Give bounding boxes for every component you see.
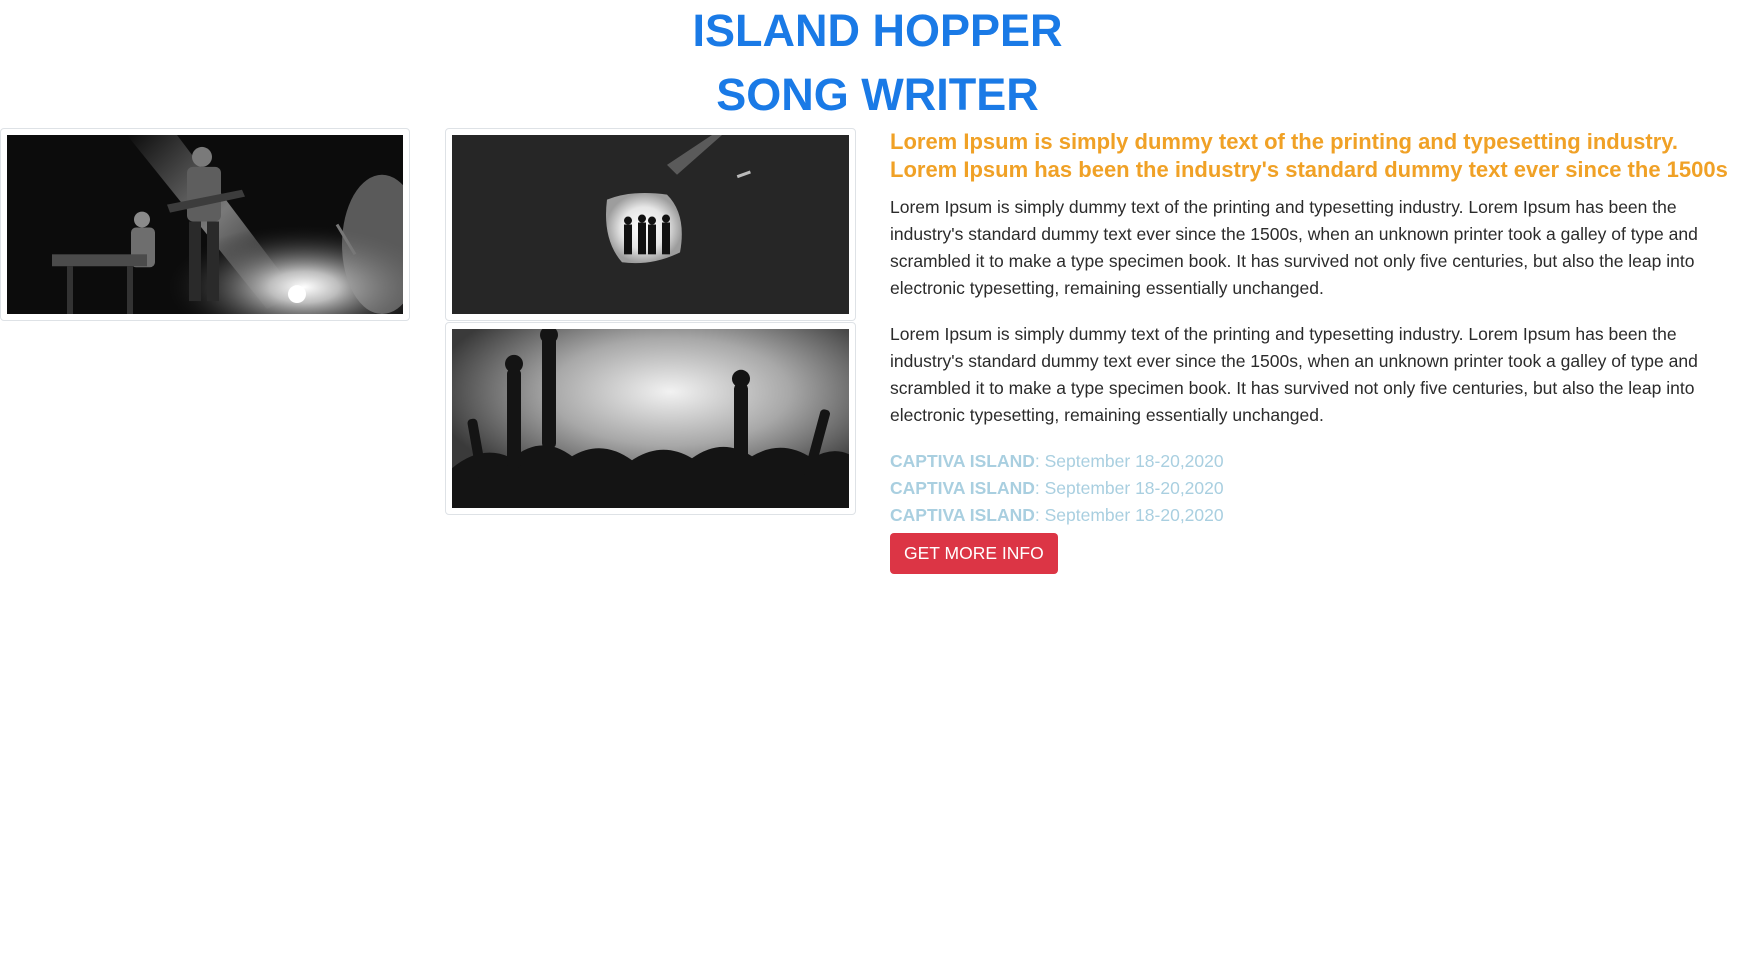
body-paragraph: Lorem Ipsum is simply dummy text of the … xyxy=(890,197,1698,298)
page: ISLAND HOPPER SONG WRITER Lorem Ipsum is… xyxy=(0,0,1755,958)
event-place: CAPTIVA ISLAND xyxy=(890,451,1035,471)
photo-card-crowd xyxy=(445,322,856,515)
concert-band-photo xyxy=(7,135,403,314)
crowd-hands-photo xyxy=(452,329,849,508)
event-list: CAPTIVA ISLAND: September 18-20,2020 CAP… xyxy=(890,448,1750,529)
tunnel-silhouettes-photo xyxy=(452,135,849,314)
get-more-info-button[interactable]: GET MORE INFO xyxy=(890,533,1058,574)
body-paragraph: Lorem Ipsum is simply dummy text of the … xyxy=(890,324,1698,425)
photo-card-tunnel xyxy=(445,128,856,321)
page-title-line-1: ISLAND HOPPER xyxy=(692,5,1063,56)
event-item: CAPTIVA ISLAND: September 18-20,2020 xyxy=(890,502,1750,529)
event-item: CAPTIVA ISLAND: September 18-20,2020 xyxy=(890,475,1750,502)
event-place: CAPTIVA ISLAND xyxy=(890,505,1035,525)
event-place: CAPTIVA ISLAND xyxy=(890,478,1035,498)
event-date: : September 18-20,2020 xyxy=(1034,505,1224,525)
content-column: Lorem Ipsum is simply dummy text of the … xyxy=(890,128,1750,574)
lead-heading: Lorem Ipsum is simply dummy text of the … xyxy=(890,129,1728,182)
event-item: CAPTIVA ISLAND: September 18-20,2020 xyxy=(890,448,1750,475)
event-date: : September 18-20,2020 xyxy=(1034,451,1224,471)
page-title-line-2: SONG WRITER xyxy=(716,69,1039,120)
event-date: : September 18-20,2020 xyxy=(1034,478,1224,498)
photo-card-band xyxy=(0,128,410,321)
